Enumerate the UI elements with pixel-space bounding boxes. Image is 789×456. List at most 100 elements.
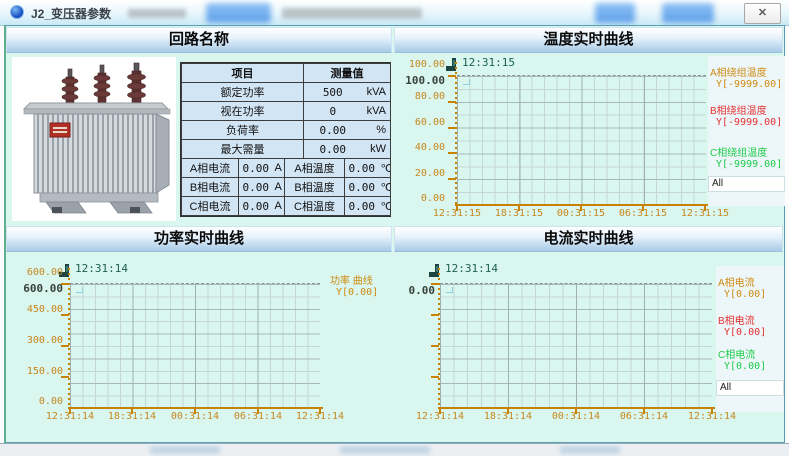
x-tick-label: 18:31:15 — [491, 208, 547, 219]
phase-value: 0.00 — [239, 178, 273, 197]
panel-title-temperature: 温度实时曲线 — [394, 27, 783, 53]
row-label: 视在功率 — [182, 102, 304, 121]
legend-pen-a-scale: Y[-9999.00] — [710, 79, 782, 90]
phase-value: 0.00 — [345, 197, 379, 216]
cursor-timestamp: 12:31:15 — [462, 56, 515, 69]
y-tick-label: 20.00 — [385, 168, 445, 179]
temperature-x-axis — [455, 204, 709, 206]
measurement-table: 项目 测量值 额定功率 500 kVA 视在功率 0 kVA 负荷率 0.00 … — [180, 62, 391, 217]
row-value: 0.00 — [304, 140, 362, 159]
row-label: 额定功率 — [182, 83, 304, 102]
legend-pen-c-scale: Y[0.00] — [718, 361, 766, 372]
y-tick — [448, 101, 456, 103]
pen-scale-label: 100.00 — [385, 74, 445, 87]
y-tick — [448, 178, 456, 180]
power-plot[interactable] — [70, 283, 320, 407]
phase-value: 0.00 — [239, 197, 273, 216]
temperature-y-axis — [455, 62, 457, 204]
row-value: 0.00 — [304, 121, 362, 140]
phase-unit: A — [273, 159, 285, 178]
x-tick-label: 00:31:14 — [167, 411, 223, 422]
legend-pen-c[interactable]: C相绕组温度 — [710, 148, 767, 159]
table-row: 最大需量 0.00 kW — [182, 140, 391, 159]
table-row: 视在功率 0 kVA — [182, 102, 391, 121]
y-tick — [431, 376, 439, 378]
row-value: 500 — [304, 83, 362, 102]
redacted-button[interactable] — [206, 3, 271, 23]
taskbar-remnant — [150, 446, 220, 454]
phase-label: B相温度 — [285, 178, 345, 197]
legend-pen-b-scale: Y[0.00] — [718, 327, 766, 338]
y-tick-label: 150.00 — [3, 366, 63, 377]
current-legend: A相电流 Y[0.00] B相电流 Y[0.00] C相电流 Y[0.00] A… — [716, 266, 784, 412]
phase-label: A相温度 — [285, 159, 345, 178]
legend-pen-b-scale: Y[-9999.00] — [710, 117, 782, 128]
phase-label: A相电流 — [182, 159, 239, 178]
phase-unit: A — [273, 178, 285, 197]
panel-title-current: 电流实时曲线 — [394, 226, 783, 252]
transformer-image — [12, 57, 176, 221]
x-tick-label: 12:31:14 — [684, 411, 740, 422]
x-tick-label: 12:31:14 — [42, 411, 98, 422]
legend-pen-power-scale: Y[0.00] — [330, 287, 378, 298]
pen-scale-label: 0.00 — [375, 284, 435, 297]
temperature-legend: A相绕组温度 Y[-9999.00] B相绕组温度 Y[-9999.00] C相… — [708, 56, 785, 206]
x-tick-label: 12:31:15 — [429, 208, 485, 219]
table-row: B相电流 0.00 A B相温度 0.00 ℃ — [182, 178, 391, 197]
y-tick-label: 300.00 — [3, 335, 63, 346]
legend-pen-a-scale: Y[0.00] — [718, 289, 766, 300]
y-tick-label: 0.00 — [3, 396, 63, 407]
legend-pen-power[interactable]: 功率 曲线 — [330, 276, 373, 287]
cursor-corner-mark — [76, 287, 83, 293]
legend-pen-a[interactable]: A相绕组温度 — [710, 68, 767, 79]
cursor-corner-mark — [446, 287, 453, 293]
x-tick-label: 12:31:14 — [412, 411, 468, 422]
taskbar-remnant — [340, 446, 430, 454]
y-tick-label: 450.00 — [3, 304, 63, 315]
window-title: J2_变压器参数 — [31, 5, 111, 22]
phase-value: 0.00 — [345, 178, 379, 197]
legend-pen-b[interactable]: B相电流 — [718, 316, 755, 327]
redacted-text — [282, 8, 422, 19]
pen-scale-label: 600.00 — [3, 282, 63, 295]
table-row: C相电流 0.00 A C相温度 0.00 ℃ — [182, 197, 391, 216]
row-label: 负荷率 — [182, 121, 304, 140]
y-axis-max-label: 600.00 — [3, 267, 63, 278]
x-tick-label: 18:31:14 — [104, 411, 160, 422]
x-tick-label: 00:31:14 — [548, 411, 604, 422]
redacted-button[interactable] — [595, 3, 635, 23]
phase-label: C相电流 — [182, 197, 239, 216]
legend-all-item[interactable]: All — [708, 176, 785, 192]
y-tick — [448, 75, 456, 77]
current-plot[interactable] — [440, 283, 712, 407]
legend-all-item[interactable]: All — [716, 380, 784, 396]
table-row: 负荷率 0.00 % — [182, 121, 391, 140]
legend-pen-c[interactable]: C相电流 — [718, 350, 755, 361]
table-header-row: 项目 测量值 — [182, 64, 391, 83]
temperature-plot[interactable] — [457, 75, 706, 204]
y-tick-label: 40.00 — [385, 142, 445, 153]
phase-label: B相电流 — [182, 178, 239, 197]
taskbar-remnant — [560, 446, 620, 454]
window-titlebar: J2_变压器参数 ✕ — [0, 0, 789, 26]
redacted-text — [128, 9, 186, 18]
phase-value: 0.00 — [345, 159, 379, 178]
phase-label: C相温度 — [285, 197, 345, 216]
close-icon[interactable]: ✕ — [744, 3, 781, 24]
x-tick-label: 18:31:14 — [480, 411, 536, 422]
panel-title-circuit: 回路名称 — [6, 27, 392, 53]
x-tick-label: 12:31:14 — [292, 411, 348, 422]
cursor-timestamp: 12:31:14 — [445, 262, 498, 275]
table-row: A相电流 0.00 A A相温度 0.00 ℃ — [182, 159, 391, 178]
x-tick-label: 06:31:15 — [615, 208, 671, 219]
row-label: 最大需量 — [182, 140, 304, 159]
legend-pen-b[interactable]: B相绕组温度 — [710, 106, 767, 117]
redacted-button[interactable] — [662, 3, 714, 23]
x-tick-label: 12:31:15 — [677, 208, 733, 219]
y-tick — [448, 127, 456, 129]
cursor-timestamp: 12:31:14 — [75, 262, 128, 275]
y-tick — [431, 345, 439, 347]
legend-pen-a[interactable]: A相电流 — [718, 278, 755, 289]
y-tick-label: 80.00 — [385, 91, 445, 102]
y-tick-label: 60.00 — [385, 117, 445, 128]
